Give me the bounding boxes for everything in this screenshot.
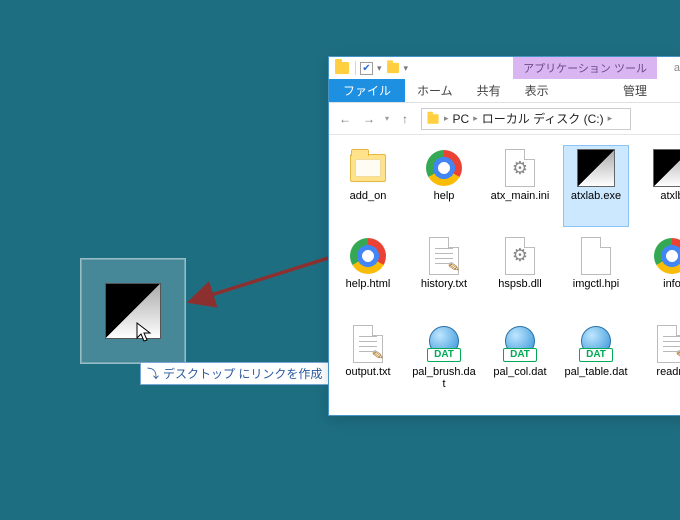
shortcut-arrow-icon: ⤵ xyxy=(147,365,159,382)
chrome-icon xyxy=(424,148,464,188)
file-grid: add_on help atx_main.ini atxlab.exe atxlb hel… xyxy=(329,135,680,415)
folder-icon xyxy=(348,148,388,188)
chrome-icon xyxy=(348,236,388,276)
drop-tooltip: ⤵ デスクトップ にリンクを作成 xyxy=(140,362,329,385)
folder-icon xyxy=(335,62,349,74)
tab-file[interactable]: ファイル xyxy=(329,79,405,102)
breadcrumb-drive[interactable]: ローカル ディスク (C:) xyxy=(482,110,604,127)
text-file-icon: ✎ xyxy=(424,236,464,276)
file-item[interactable]: imgctl.hpi xyxy=(563,233,629,315)
title-trail: at xyxy=(674,57,680,79)
text-file-icon: ✎ xyxy=(348,324,388,364)
settings-file-icon xyxy=(500,236,540,276)
file-item[interactable]: DATpal_brush.dat xyxy=(411,321,477,415)
breadcrumb-pc[interactable]: PC xyxy=(453,112,470,126)
file-item[interactable]: ✎ history.txt xyxy=(411,233,477,315)
qat-menu-caret[interactable]: ▾ xyxy=(377,63,382,74)
dat-file-icon: DAT xyxy=(500,324,540,364)
file-label: info xyxy=(663,278,680,291)
file-label: help.html xyxy=(346,278,391,291)
file-label: imgctl.hpi xyxy=(573,278,619,291)
file-label: readm xyxy=(656,366,680,379)
file-label: atxlb xyxy=(660,190,680,203)
settings-file-icon xyxy=(500,148,540,188)
nav-forward-button[interactable]: → xyxy=(361,112,377,126)
app-icon xyxy=(576,148,616,188)
nav-history-caret[interactable]: ▾ xyxy=(385,114,389,123)
file-label: pal_col.dat xyxy=(493,366,546,379)
file-label: atx_main.ini xyxy=(491,190,550,203)
chrome-icon xyxy=(652,236,680,276)
text-file-icon: ✎ xyxy=(652,324,680,364)
contextual-tab-label: アプリケーション ツール xyxy=(513,57,657,79)
ribbon-tabs: アプリケーション ツール at ファイル ホーム 共有 表示 管理 xyxy=(329,79,680,103)
file-item[interactable]: ✎ readm xyxy=(639,321,680,415)
file-item[interactable]: atx_main.ini xyxy=(487,145,553,227)
file-item[interactable]: DAT pal_col.dat xyxy=(487,321,553,415)
tab-share[interactable]: 共有 xyxy=(465,79,513,102)
file-item[interactable]: atxlb xyxy=(639,145,680,227)
file-icon xyxy=(576,236,616,276)
file-label: help xyxy=(434,190,455,203)
tab-manage[interactable]: 管理 xyxy=(603,79,680,102)
tab-view[interactable]: 表示 xyxy=(513,79,561,102)
nav-up-button[interactable]: ↑ xyxy=(397,112,413,126)
quick-access-toolbar: ✔ ▾ ▾ xyxy=(355,61,408,75)
file-label: pal_table.dat xyxy=(565,366,628,379)
file-item[interactable]: help xyxy=(411,145,477,227)
file-item[interactable]: help.html xyxy=(335,233,401,315)
explorer-window: ✔ ▾ ▾ アプリケーション ツール at ファイル ホーム 共有 表示 管理 … xyxy=(328,56,680,416)
drop-tooltip-text: デスクトップ にリンクを作成 xyxy=(163,365,322,382)
desktop-drop-target xyxy=(80,258,186,364)
nav-back-button[interactable]: ← xyxy=(337,112,353,126)
qat-chevron[interactable]: ▾ xyxy=(404,63,409,74)
file-item[interactable]: hspsb.dll xyxy=(487,233,553,315)
file-label: history.txt xyxy=(421,278,467,291)
tab-home[interactable]: ホーム xyxy=(405,79,465,102)
file-item[interactable]: info xyxy=(639,233,680,315)
file-label: pal_brush.dat xyxy=(412,366,476,391)
navbar: ← → ▾ ↑ ▸ PC ▸ ローカル ディスク (C:) ▸ xyxy=(329,103,680,135)
file-label: atxlab.exe xyxy=(571,190,621,203)
dat-file-icon: DAT xyxy=(424,324,464,364)
file-label: add_on xyxy=(350,190,387,203)
folder-icon xyxy=(427,114,438,124)
file-item[interactable]: atxlab.exe xyxy=(563,145,629,227)
file-item[interactable]: add_on xyxy=(335,145,401,227)
file-label: output.txt xyxy=(345,366,390,379)
folder-icon[interactable] xyxy=(387,63,399,73)
file-label: hspsb.dll xyxy=(498,278,541,291)
dat-file-icon: DAT xyxy=(576,324,616,364)
app-icon xyxy=(652,148,680,188)
dragged-app-thumb xyxy=(105,283,161,339)
file-item[interactable]: ✎ output.txt xyxy=(335,321,401,415)
address-bar[interactable]: ▸ PC ▸ ローカル ディスク (C:) ▸ xyxy=(421,108,631,130)
qat-checkbox[interactable]: ✔ xyxy=(360,62,373,75)
file-item[interactable]: DAT pal_table.dat xyxy=(563,321,629,415)
